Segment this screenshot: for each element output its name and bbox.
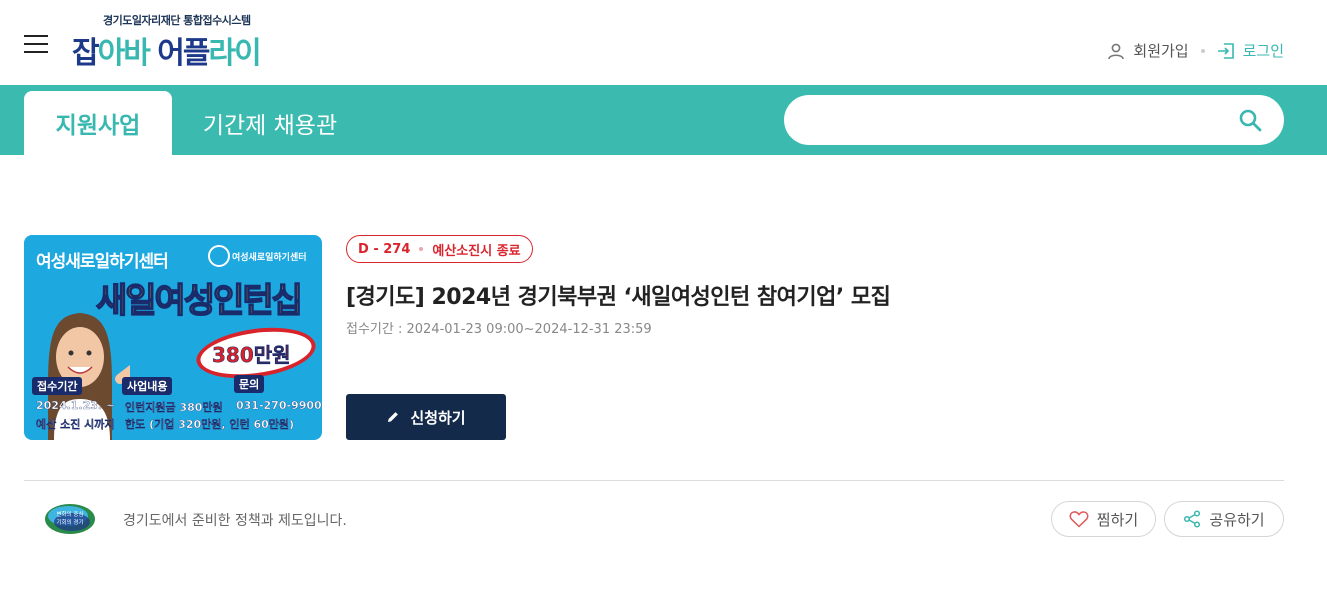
period-value: 2024-01-23 09:00~2024-12-31 23:59 xyxy=(406,322,652,337)
search-box xyxy=(784,95,1284,145)
poster-label-contact: 문의 xyxy=(234,375,265,393)
logo-part-1: 잡 xyxy=(72,36,100,71)
search-input[interactable] xyxy=(808,105,1228,135)
poster-period-line-2: 예산 소진 시까지 xyxy=(36,418,115,431)
gyeonggi-logo: 변화의 중심 기회의 경기 xyxy=(45,504,95,534)
search-icon[interactable] xyxy=(1238,108,1262,132)
separator xyxy=(1200,48,1205,53)
logo-subtitle: 경기도일자리재단 통합접수시스템 xyxy=(103,14,251,27)
nav-bar: 지원사업 기간제 채용관 xyxy=(0,85,1327,155)
login-icon xyxy=(1217,42,1234,59)
share-label: 공유하기 xyxy=(1209,510,1265,529)
poster-center-name: 여성새로일하기센터 xyxy=(36,252,169,272)
logo-part-3: 어플 xyxy=(148,36,210,71)
apply-label: 신청하기 xyxy=(410,408,466,427)
signup-label: 회원가입 xyxy=(1133,42,1189,60)
footer-description: 경기도에서 준비한 정책과 제도입니다. xyxy=(123,513,347,529)
user-icon xyxy=(1108,43,1125,59)
poster-content-line-1: 인턴지원금 380만원 xyxy=(125,401,223,414)
tab-fixed-term-jobs[interactable]: 기간제 채용관 xyxy=(180,91,360,155)
logo-part-4: 라이 xyxy=(208,36,261,71)
poster-logo-icon xyxy=(208,245,230,267)
pencil-icon xyxy=(388,412,399,422)
program-title[interactable]: [경기도] 2024년 경기북부권 ‘새일여성인턴 참여기업’ 모집 xyxy=(346,279,891,311)
share-button[interactable]: 공유하기 xyxy=(1164,501,1284,537)
tab-support-programs[interactable]: 지원사업 xyxy=(24,91,172,155)
poster-amount: 380만원 xyxy=(212,343,291,368)
top-links: 회원가입 로그인 xyxy=(1107,40,1284,61)
application-period: 접수기간 : 2024-01-23 09:00~2024-12-31 23:59 xyxy=(346,318,652,337)
gg-logo-line-1: 변화의 중심 xyxy=(56,510,83,518)
gg-logo-line-2: 기회의 경기 xyxy=(56,518,83,526)
poster-logo-text: 여성새로일하기센터 xyxy=(232,253,307,263)
dday-count: D - 274 xyxy=(358,241,411,257)
poster-label-period: 접수기간 xyxy=(32,377,83,395)
status-text: 예산소진시 종료 xyxy=(432,243,521,259)
status-badge: D - 274 예산소진시 종료 xyxy=(346,235,533,263)
program-poster-image[interactable]: 여성새로일하기센터 여성새로일하기센터 새일여성인턴십 380만원 접수기간 사… xyxy=(24,235,322,440)
menu-icon[interactable] xyxy=(24,35,48,53)
divider xyxy=(24,480,1284,481)
poster-label-content: 사업내용 xyxy=(122,377,173,395)
logo[interactable]: 잡아바 어플라이 xyxy=(72,28,262,72)
poster-period-line-1: 2024.1.23. ~ xyxy=(36,399,116,412)
poster-content-line-2: 한도 (기업 320만원, 인턴 60만원) xyxy=(125,418,295,431)
poster-contact: 031-270-9900 xyxy=(236,399,322,412)
like-button[interactable]: 찜하기 xyxy=(1051,501,1156,537)
badge-dot xyxy=(419,247,424,251)
logo-part-2: 아바 xyxy=(97,36,151,71)
login-label: 로그인 xyxy=(1242,42,1284,60)
login-link[interactable]: 로그인 xyxy=(1217,40,1284,61)
period-label: 접수기간 : xyxy=(346,322,403,337)
signup-link[interactable]: 회원가입 xyxy=(1107,40,1189,61)
share-icon xyxy=(1184,510,1201,528)
like-label: 찜하기 xyxy=(1096,510,1139,529)
apply-button[interactable]: 신청하기 xyxy=(346,394,506,440)
header: 경기도일자리재단 통합접수시스템 잡아바 어플라이 회원가입 로그인 xyxy=(0,0,1327,85)
heart-icon xyxy=(1069,511,1089,528)
